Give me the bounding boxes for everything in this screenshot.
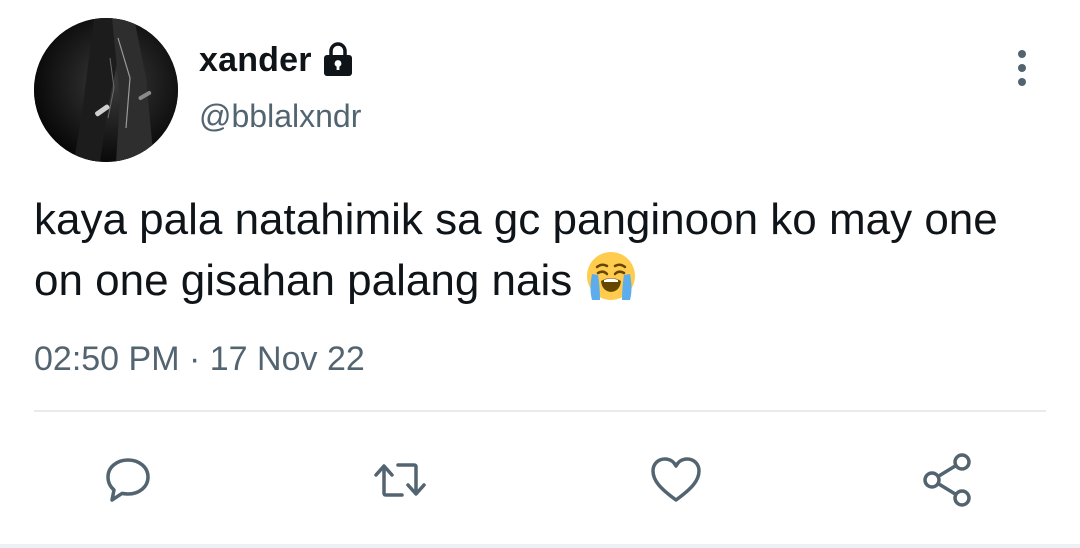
- display-name[interactable]: xander: [199, 41, 312, 80]
- user-handle[interactable]: @bblalxndr: [199, 98, 361, 135]
- divider: [34, 410, 1046, 412]
- like-button[interactable]: [648, 452, 704, 508]
- retweet-icon: [374, 463, 426, 497]
- tweet-date: 17 Nov 22: [209, 340, 365, 378]
- share-button[interactable]: [920, 452, 976, 508]
- more-vertical-icon: [1018, 50, 1026, 86]
- speech-bubble-icon: [106, 458, 150, 502]
- tweet-timestamp[interactable]: 02:50 PM · 17 Nov 22: [34, 340, 365, 379]
- timestamp-separator: ·: [188, 340, 201, 378]
- share-icon: [923, 453, 971, 507]
- tweet-body: kaya pala natahimik sa gc panginoon ko m…: [34, 195, 998, 305]
- more-options-button[interactable]: [1002, 44, 1042, 92]
- loudly-crying-face-icon: [584, 249, 638, 303]
- retweet-button[interactable]: [372, 452, 428, 508]
- tweet-time: 02:50 PM: [34, 340, 180, 378]
- avatar[interactable]: [34, 18, 178, 162]
- reply-button[interactable]: [100, 452, 156, 508]
- tweet-text: kaya pala natahimik sa gc panginoon ko m…: [34, 190, 1044, 310]
- avatar-photo: [34, 18, 178, 162]
- bottom-border: [0, 544, 1080, 548]
- display-name-row[interactable]: xander: [199, 38, 355, 82]
- heart-icon: [651, 457, 701, 502]
- lock-icon: [321, 42, 355, 78]
